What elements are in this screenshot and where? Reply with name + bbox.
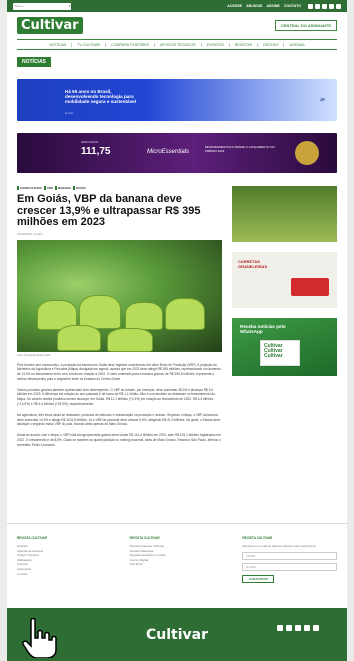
email-icon[interactable]: [336, 3, 341, 9]
article-paragraph: Outros produtos goianos também apresenta…: [17, 387, 215, 407]
ad-text: Receba notícias pelo WhatsApp: [240, 324, 286, 334]
nav-item-noticias[interactable]: NOTÍCIAS: [44, 42, 73, 47]
newsletter-email-input[interactable]: E-MAIL: [242, 562, 338, 571]
article-paragraph: Na agricultura, três eixos ainda se dest…: [17, 412, 221, 427]
main-nav: NOTÍCIAS TV CULTIVAR COMPARA TRATORES AR…: [17, 39, 337, 50]
nav-item-eventos[interactable]: EVENTOS: [202, 42, 230, 47]
site-logo[interactable]: Cultivar: [17, 16, 83, 34]
page: Busca ⚲ ACESSE ANUNCIE ASSINE CONTATO Cu…: [7, 0, 347, 661]
ad-brand: MicroEssentials: [147, 149, 190, 155]
article-meta: 16/09/2023 | Grupo: [17, 231, 43, 236]
article-paragraph: Pelo terceiro ano consecutivo, a produçã…: [17, 362, 221, 381]
banner-ad-zf[interactable]: Há 65 anos no Brasil, desenvolvendo tecn…: [17, 79, 337, 121]
ad-text: CARRETAS GRANELEIRAS: [238, 259, 268, 269]
footer-logo[interactable]: Cultivar: [142, 626, 212, 644]
footer-newsletter: REVISTA CULTIVAR Receba por e-mail as úl…: [242, 536, 338, 583]
ad-url: zf.com: [65, 111, 74, 115]
trailer-image: [291, 278, 329, 296]
banner-ad-microessentials[interactable]: RESULTADOS 111,75 MicroEssentials MICROE…: [17, 133, 337, 173]
top-link-acesse[interactable]: ACESSE: [227, 4, 242, 8]
nav-item-ebooks[interactable]: EBOOKS: [258, 42, 285, 47]
footer-links-area: REVISTA CULTIVAR Notícias Agenda de Even…: [7, 523, 347, 583]
tag-vbp[interactable]: VBP: [43, 186, 53, 190]
sidebar-ad-whatsapp[interactable]: Receba notícias pelo WhatsApp Cultivar C…: [232, 318, 337, 376]
search-placeholder: Busca: [15, 3, 24, 8]
nav-item-artigos-tecnicos[interactable]: ARTIGOS TÉCNICOS: [155, 42, 202, 47]
footer-col-title: REVISTA CULTIVAR: [242, 536, 273, 540]
sidebar: CARRETAS GRANELEIRAS Receba notícias pel…: [232, 186, 337, 448]
article-photo: [17, 239, 222, 352]
tag-goias[interactable]: GOIÁS: [72, 186, 86, 190]
top-link-contato[interactable]: CONTATO: [284, 4, 301, 8]
newsletter-name-input[interactable]: NOME: [242, 551, 338, 560]
top-bar: Busca ⚲ ACESSE ANUNCIE ASSINE CONTATO: [7, 0, 347, 12]
tag-banana[interactable]: BANANA: [54, 186, 71, 190]
header: Cultivar CENTRAL DO ASSINANTE: [7, 15, 347, 35]
footer-col-2: REVISTA CULTIVAR Revista Grandes Cultura…: [130, 536, 225, 583]
newsletter-submit-button[interactable]: CADASTRAR: [242, 574, 275, 583]
twitter-icon[interactable]: [277, 625, 283, 631]
footer-social-icons: [277, 625, 319, 631]
content-area: AGRICULTURA VBP BANANA GOIÁS Em Goiás, V…: [17, 186, 337, 448]
nav-item-agenda[interactable]: AGENDA: [284, 43, 309, 47]
ad-text: MICROESSENTIALS DESDE O LANÇAMENTO NO PR…: [205, 145, 275, 153]
section-label: NOTÍCIAS: [17, 57, 51, 67]
top-link-anuncie[interactable]: ANUNCIE: [246, 4, 262, 8]
ad-number: 111,75: [81, 146, 111, 157]
search-icon[interactable]: ⚲: [69, 3, 71, 10]
instagram-icon[interactable]: [295, 625, 301, 631]
nav-item-revistas[interactable]: REVISTAS: [230, 42, 259, 47]
footer-col-title: REVISTA CULTIVAR: [129, 536, 160, 540]
ad-brand: ZF: [320, 97, 325, 102]
newsletter-text: Receba por e-mail as últimas notícias so…: [242, 544, 316, 548]
footer-col-1: REVISTA CULTIVAR Notícias Agenda de Even…: [17, 536, 112, 583]
ad-card: Cultivar Cultivar Cultivar: [260, 340, 300, 366]
top-links: ACESSE ANUNCIE ASSINE CONTATO: [227, 4, 301, 8]
footer-bar: Cultivar: [7, 608, 347, 661]
article: AGRICULTURA VBP BANANA GOIÁS Em Goiás, V…: [17, 186, 222, 448]
central-assinante-button[interactable]: CENTRAL DO ASSINANTE: [274, 19, 337, 31]
social-icons: [308, 3, 341, 9]
award-badge-icon: [295, 141, 319, 165]
facebook-icon[interactable]: [315, 3, 320, 9]
instagram-icon[interactable]: [322, 3, 327, 9]
footer-link[interactable]: Test Drive: [130, 562, 225, 567]
youtube-icon[interactable]: [329, 3, 334, 9]
nav-item-compara-tratores[interactable]: COMPARA TRATORES: [106, 42, 156, 47]
sidebar-ad-2[interactable]: CARRETAS GRANELEIRAS: [232, 252, 337, 308]
photo-caption: Foto: Divulgação Mapa 2023: [17, 353, 51, 357]
facebook-icon[interactable]: [286, 625, 292, 631]
twitter-icon[interactable]: [308, 3, 313, 9]
top-link-assine[interactable]: ASSINE: [266, 4, 279, 8]
footer-col-title: REVISTA CULTIVAR: [17, 536, 47, 540]
hand-cursor-icon: [22, 618, 57, 658]
article-tags: AGRICULTURA VBP BANANA GOIÁS: [17, 186, 222, 190]
footer-link[interactable]: Contato: [17, 572, 112, 577]
search-input[interactable]: Busca ⚲: [13, 2, 71, 10]
article-title: Em Goiás, VBP da banana deve crescer 13,…: [17, 193, 201, 228]
youtube-icon[interactable]: [304, 625, 310, 631]
ad-tag: RESULTADOS: [81, 141, 99, 144]
sidebar-ad-1[interactable]: [232, 186, 337, 242]
ad-text: Há 65 anos no Brasil, desenvolvendo tecn…: [65, 89, 136, 104]
email-icon[interactable]: [313, 625, 319, 631]
tag-agricultura[interactable]: AGRICULTURA: [17, 186, 42, 190]
nav-item-tv-cultivar[interactable]: TV CULTIVAR: [72, 42, 107, 47]
article-paragraph: Ainda de acordo com o Mapa, o VBP total …: [17, 433, 221, 447]
